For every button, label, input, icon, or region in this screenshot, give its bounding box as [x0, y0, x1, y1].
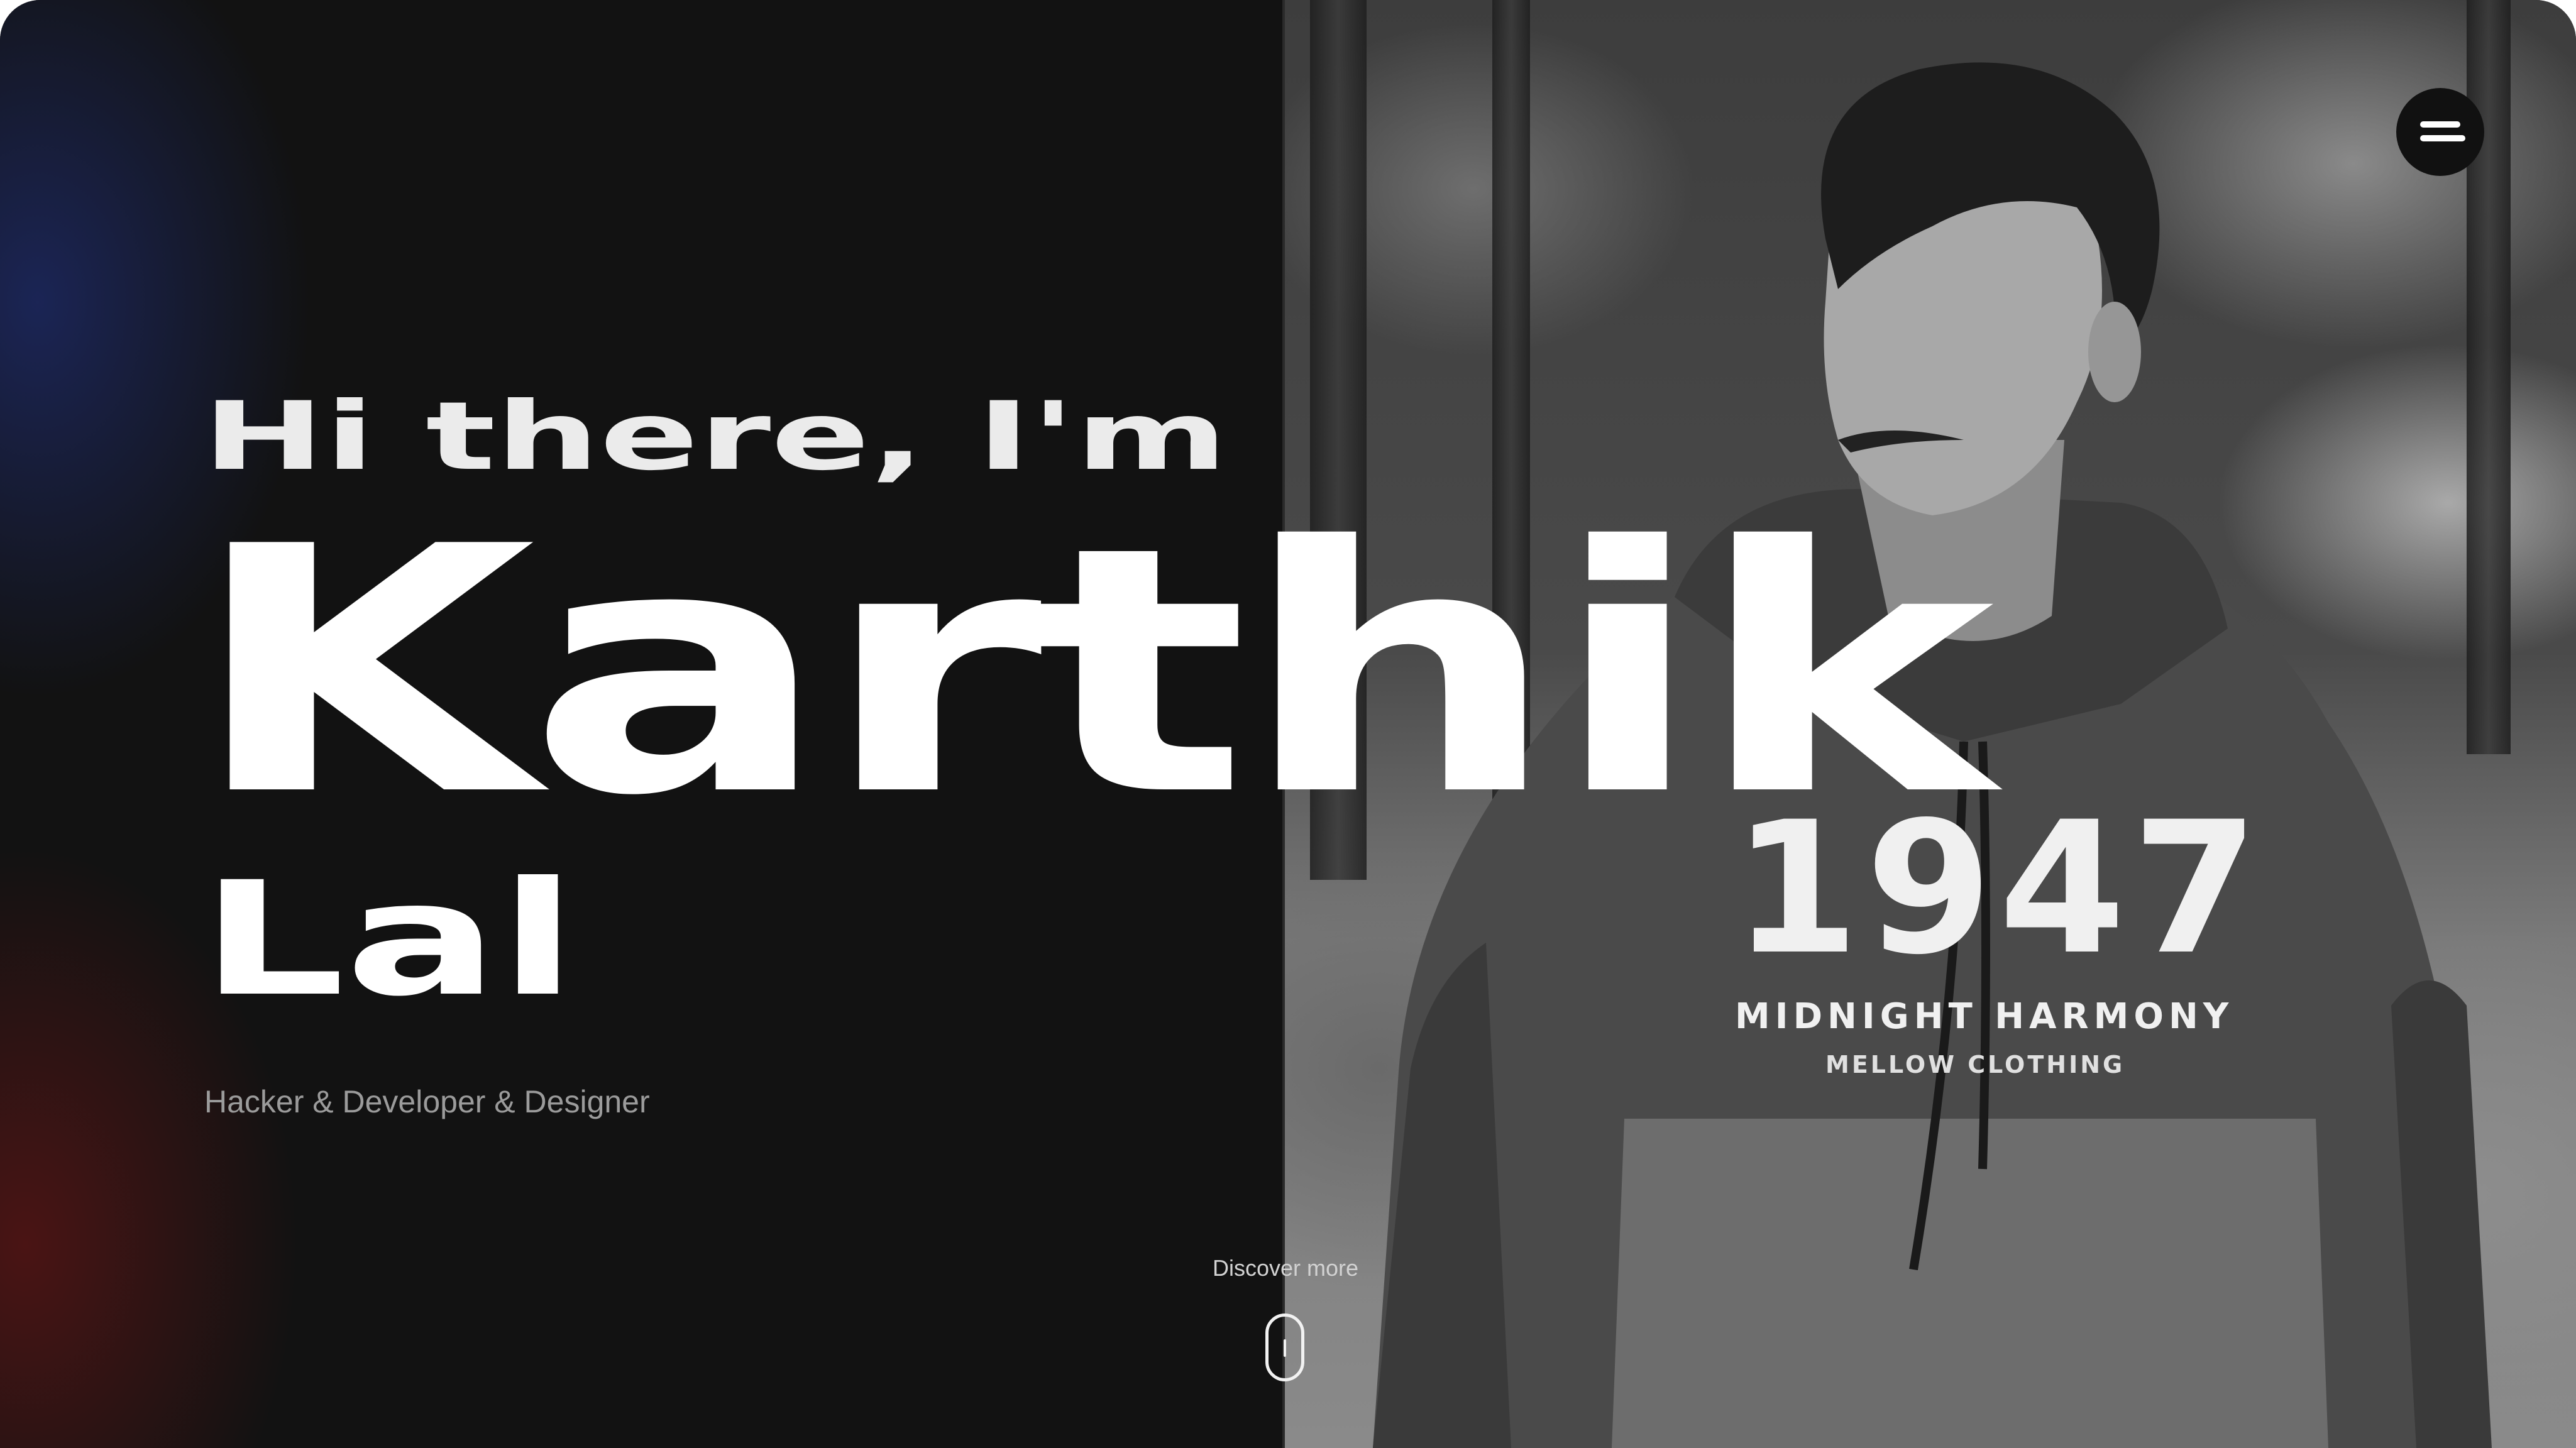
- mouse-scroll-icon[interactable]: [1265, 1314, 1304, 1381]
- discover-more-link[interactable]: Discover more: [1160, 1257, 1411, 1280]
- menu-button[interactable]: [2396, 88, 2484, 176]
- hero-greeting: Hi there, I'm: [202, 382, 1228, 491]
- menu-icon-bar: [2420, 121, 2460, 128]
- shirt-print-line2: MELLOW CLOTHING: [1825, 1051, 2125, 1078]
- shirt-print-line1: MIDNIGHT HARMONY: [1735, 996, 2234, 1037]
- menu-icon-bar: [2420, 135, 2465, 141]
- hero-first-name: Karthik: [189, 475, 1994, 870]
- hero-last-name: Lal: [200, 848, 577, 1031]
- hero-tagline: Hacker & Developer & Designer: [204, 1084, 650, 1119]
- mouse-scroll-wheel: [1284, 1339, 1286, 1357]
- portfolio-page: 1947 MIDNIGHT HARMONY MELLOW CLOTHING Hi…: [0, 0, 2576, 1448]
